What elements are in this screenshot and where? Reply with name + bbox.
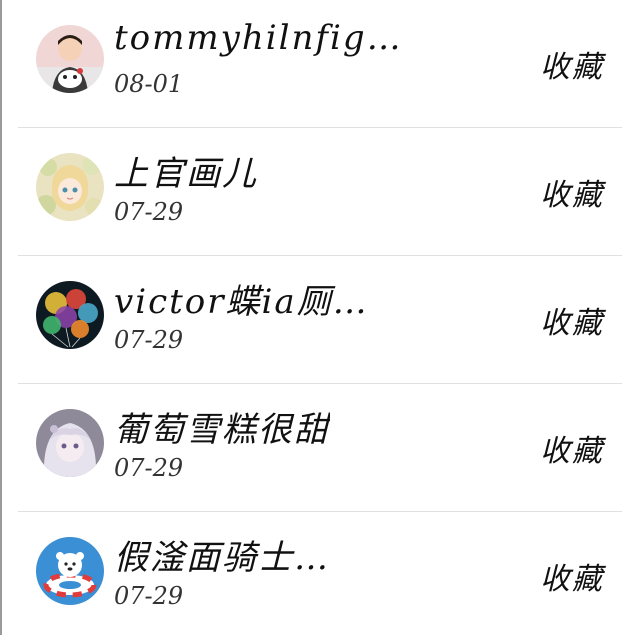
item-date: 07-29	[114, 582, 184, 610]
favorite-button[interactable]: 收藏	[540, 426, 604, 470]
list-item[interactable]: 葡萄雪糕很甜 07-29 收藏	[18, 384, 622, 512]
item-date: 08-01	[114, 70, 184, 98]
list-item[interactable]: 上官画儿 07-29 收藏	[18, 128, 622, 256]
favorite-button[interactable]: 收藏	[540, 298, 604, 342]
bear-avatar-icon	[36, 537, 104, 605]
avatar[interactable]	[36, 153, 104, 221]
item-date: 07-29	[114, 454, 184, 482]
favorite-button[interactable]: 收藏	[540, 554, 604, 598]
item-date: 07-29	[114, 326, 184, 354]
favorite-button[interactable]: 收藏	[540, 170, 604, 214]
user-name: 假滏面骑士…	[114, 538, 330, 578]
boy-avatar-icon	[36, 25, 104, 93]
list-item[interactable]: 假滏面骑士… 07-29 收藏	[18, 512, 622, 635]
avatar[interactable]	[36, 409, 104, 477]
user-name: victor蝶ia厕…	[114, 282, 369, 322]
user-list: tommyhilnfig… 08-01 收藏 上官画儿 07-29 收藏 vic…	[18, 0, 622, 635]
avatar[interactable]	[36, 281, 104, 349]
user-name: 上官画儿	[114, 154, 258, 194]
user-name: tommyhilnfig…	[114, 18, 403, 58]
anime-girl-avatar-icon	[36, 409, 104, 477]
favorite-button[interactable]: 收藏	[540, 42, 604, 86]
balloons-avatar-icon	[36, 281, 104, 349]
list-item[interactable]: victor蝶ia厕… 07-29 收藏	[18, 256, 622, 384]
item-date: 07-29	[114, 198, 184, 226]
avatar[interactable]	[36, 537, 104, 605]
avatar[interactable]	[36, 25, 104, 93]
doll-avatar-icon	[36, 153, 104, 221]
user-name: 葡萄雪糕很甜	[114, 410, 330, 450]
left-edge-divider	[0, 0, 2, 635]
list-item[interactable]: tommyhilnfig… 08-01 收藏	[18, 0, 622, 128]
